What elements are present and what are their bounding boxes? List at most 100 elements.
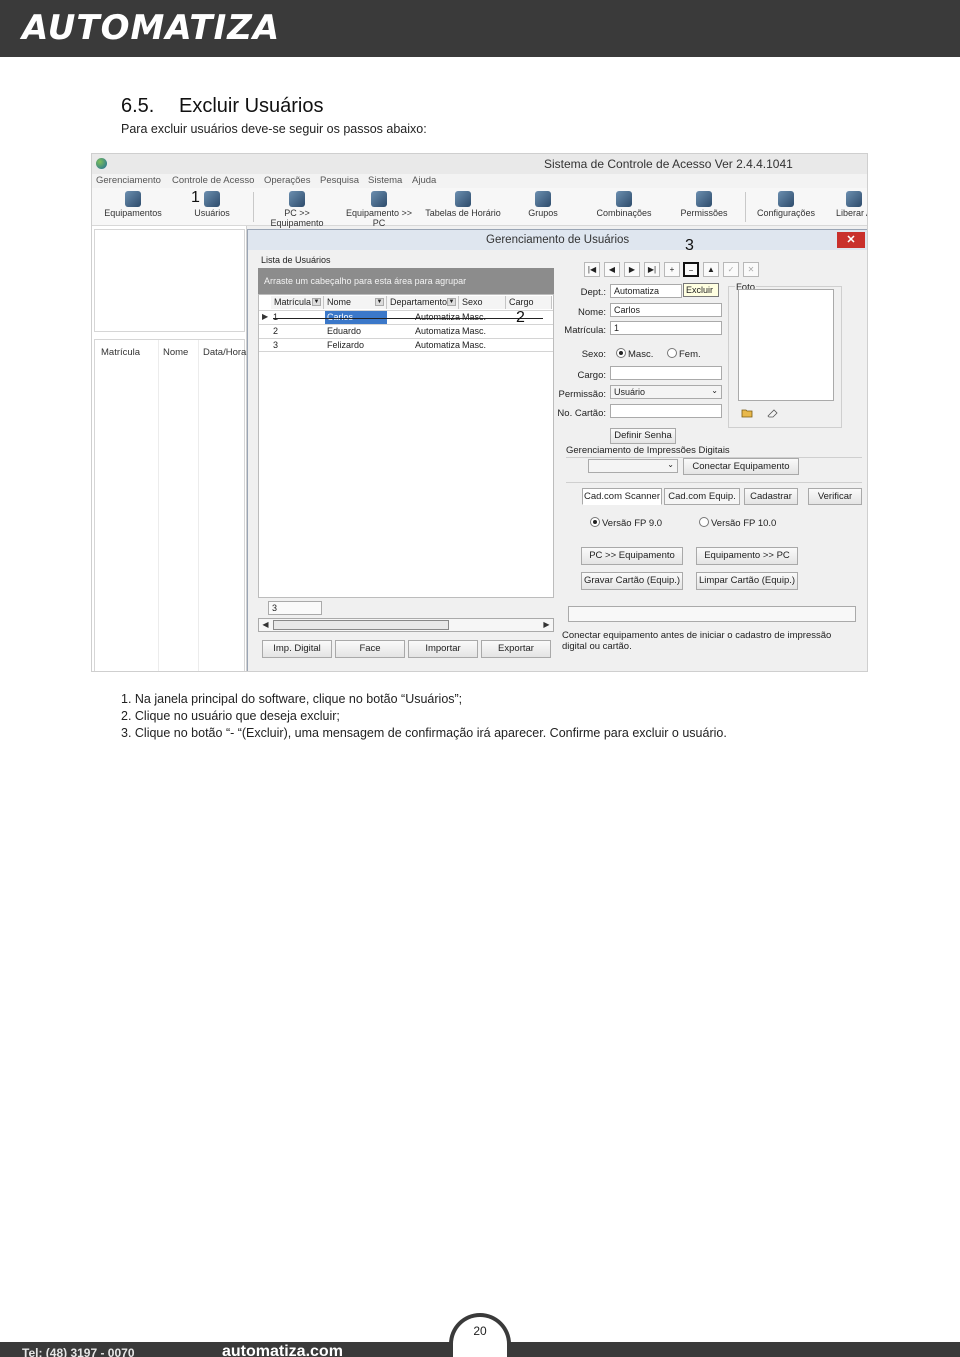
user-list-panel: Lista de Usuários Arraste um cabeçalho p…	[257, 254, 554, 666]
sexo-fem-radio[interactable]: Fem.	[667, 348, 701, 360]
filter-dropdown-icon[interactable]: ▼	[312, 298, 321, 306]
permissao-label: Permissão:	[558, 389, 606, 400]
permissao-value: Usuário	[614, 387, 646, 397]
table-row[interactable]: 2 Eduardo Automatiza Masc.	[259, 324, 553, 338]
cartao-field[interactable]	[610, 404, 722, 418]
toolbar-pc-equipamento[interactable]: PC >> Equipamento	[258, 188, 336, 228]
menu-ajuda[interactable]: Ajuda	[412, 175, 436, 186]
footer-website: automatiza.com	[222, 1343, 343, 1357]
chevron-down-icon: ⌄	[667, 460, 674, 469]
delete-user-button[interactable]: −	[683, 262, 699, 277]
radio-selected-icon	[616, 348, 626, 358]
toolbar-permissoes[interactable]: Permissões	[676, 188, 732, 226]
cargo-field[interactable]	[610, 366, 722, 380]
last-record-button[interactable]: ▶|	[644, 262, 660, 277]
toolbar-combinacoes[interactable]: Combinações	[592, 188, 656, 226]
tab-cad-scanner[interactable]: Cad.com Scanner	[582, 488, 662, 505]
scroll-thumb[interactable]	[273, 620, 449, 630]
menu-gerenciamento[interactable]: Gerenciamento	[96, 175, 161, 186]
close-button[interactable]: ✕	[837, 232, 865, 248]
first-record-button[interactable]: |◀	[584, 262, 600, 277]
col-header-matricula[interactable]: Matrícula ▼	[271, 296, 324, 309]
filter-dropdown-icon[interactable]: ▼	[447, 298, 456, 306]
table-row[interactable]: ▶ 1 Carlos Automatiza Masc.	[259, 310, 553, 324]
edit-user-button[interactable]: ▲	[703, 262, 719, 277]
col-header-sexo[interactable]: Sexo	[459, 296, 506, 309]
group-by-area[interactable]: Arraste um cabeçalho para esta área para…	[258, 268, 554, 294]
cancel-edit-button[interactable]: ✕	[743, 262, 759, 277]
gravar-cartao-button[interactable]: Gravar Cartão (Equip.)	[581, 572, 683, 590]
scroll-right-icon[interactable]: ▶	[541, 620, 552, 630]
unlock-icon	[846, 191, 862, 207]
pc-equipamento-button[interactable]: PC >> Equipamento	[581, 547, 683, 565]
toolbar-grupos[interactable]: Grupos	[520, 188, 566, 226]
horizontal-scrollbar[interactable]: ◀ ▶	[258, 618, 554, 632]
definir-senha-button[interactable]: Definir Senha	[610, 428, 676, 444]
toolbar-equipamentos[interactable]: Equipamentos	[100, 188, 166, 226]
versao-fp9-radio[interactable]: Versão FP 9.0	[590, 517, 662, 529]
eraser-icon[interactable]	[766, 408, 778, 418]
next-record-button[interactable]: ▶	[624, 262, 640, 277]
divider	[566, 482, 862, 483]
prev-record-button[interactable]: ◀	[604, 262, 620, 277]
toolbar-label: Configurações	[756, 208, 816, 218]
app-toolbar: Equipamentos Usuários PC >> Equipamento …	[92, 188, 867, 228]
filter-dropdown-icon[interactable]: ▼	[375, 298, 384, 306]
add-user-button[interactable]: +	[664, 262, 680, 277]
matricula-field[interactable]: 1	[610, 321, 722, 335]
col-header-departamento[interactable]: Departamento ▼	[387, 296, 459, 309]
menu-operacoes[interactable]: Operações	[264, 175, 310, 186]
page-number: 20	[473, 1324, 487, 1338]
nome-field[interactable]: Carlos	[610, 303, 722, 317]
limpar-cartao-button[interactable]: Limpar Cartão (Equip.)	[696, 572, 798, 590]
post-user-button[interactable]: ✓	[723, 262, 739, 277]
permissao-select[interactable]: Usuário ⌄	[610, 385, 722, 399]
col-matricula[interactable]: Matrícula	[101, 347, 140, 358]
cell-matricula: 3	[273, 340, 279, 350]
cell-nome: Felizardo	[327, 340, 365, 350]
tab-cad-equip[interactable]: Cad.com Equip.	[664, 488, 740, 505]
imp-digital-button[interactable]: Imp. Digital	[262, 640, 332, 658]
menu-controle-acesso[interactable]: Controle de Acesso	[172, 175, 254, 186]
photo-box[interactable]	[738, 289, 834, 401]
step-3: 3. Clique no botão “- “(Excluir), uma me…	[121, 726, 727, 740]
col-nome[interactable]: Nome	[163, 347, 188, 358]
toolbar-label: Tabelas de Horário	[425, 208, 501, 218]
groups-icon	[535, 191, 551, 207]
tree-panel	[94, 229, 245, 332]
toolbar-label: Usuários	[194, 208, 230, 218]
page-header: AUTOMATIZA	[0, 0, 960, 57]
toolbar-configuracoes[interactable]: Configurações	[752, 188, 820, 226]
exportar-button[interactable]: Exportar	[481, 640, 551, 658]
menu-sistema[interactable]: Sistema	[368, 175, 402, 186]
cell-sexo: Masc.	[462, 326, 487, 336]
toolbar-label: Combinações	[596, 208, 652, 218]
toolbar-tabelas-horario[interactable]: Tabelas de Horário	[424, 188, 502, 226]
col-header-nome[interactable]: Nome ▼	[324, 296, 387, 309]
sexo-masc-radio[interactable]: Masc.	[616, 348, 653, 360]
excluir-tooltip: Excluir	[683, 283, 719, 297]
permissions-icon	[696, 191, 712, 207]
face-button[interactable]: Face	[335, 640, 405, 658]
finger-select[interactable]: ⌄	[588, 459, 678, 473]
cadastrar-button[interactable]: Cadastrar	[744, 488, 798, 505]
col-header-cargo[interactable]: Cargo	[506, 296, 552, 309]
toolbar-liberar[interactable]: Liberar A	[834, 188, 867, 226]
scroll-left-icon[interactable]: ◀	[260, 620, 271, 630]
verificar-button[interactable]: Verificar	[808, 488, 862, 505]
menu-pesquisa[interactable]: Pesquisa	[320, 175, 359, 186]
versao-fp10-radio[interactable]: Versão FP 10.0	[699, 517, 776, 529]
automatiza-logo: AUTOMATIZA	[22, 8, 281, 48]
cell-sexo: Masc.	[462, 312, 487, 322]
equipamento-pc-button[interactable]: Equipamento >> PC	[696, 547, 798, 565]
open-folder-icon[interactable]	[741, 408, 753, 418]
table-row[interactable]: 3 Felizardo Automatiza Masc.	[259, 338, 553, 352]
user-grid: Matrícula ▼ Nome ▼ Departamento ▼ Sexo Carg…	[258, 294, 554, 598]
conectar-equipamento-button[interactable]: Conectar Equipamento	[683, 458, 799, 475]
dept-field[interactable]: Automatiza	[610, 284, 682, 298]
equipment-icon	[125, 191, 141, 207]
col-data-hora[interactable]: Data/Hora	[203, 347, 246, 358]
toolbar-equipamento-pc[interactable]: Equipamento >> PC	[340, 188, 418, 228]
importar-button[interactable]: Importar	[408, 640, 478, 658]
step-2: 2. Clique no usuário que deseja excluir;	[121, 709, 340, 723]
